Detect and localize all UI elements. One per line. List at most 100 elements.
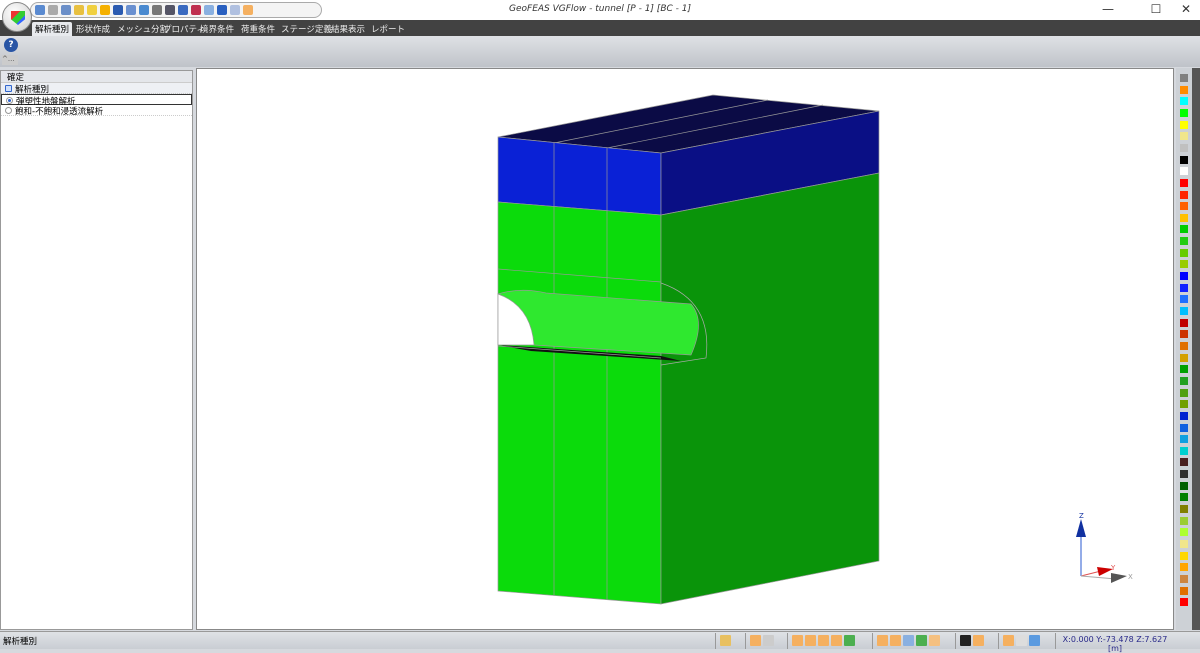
color-swatch[interactable]	[1180, 505, 1188, 514]
color-swatch[interactable]	[1180, 202, 1188, 211]
surface-icon[interactable]	[831, 635, 842, 646]
color-swatch[interactable]	[1180, 563, 1188, 572]
tab-load[interactable]: 荷重条件	[238, 22, 278, 36]
color-swatch[interactable]	[1180, 551, 1188, 560]
tab-results[interactable]: 結果表示	[328, 22, 368, 36]
maximize-button[interactable]: ☐	[1146, 2, 1166, 16]
color-swatch[interactable]	[1180, 237, 1188, 246]
color-swatch[interactable]	[1180, 481, 1188, 490]
tab-analysis-type[interactable]: 解析種別	[32, 22, 73, 36]
soil-front	[497, 201, 662, 605]
status-tool-group-2	[745, 633, 778, 649]
color-swatch[interactable]	[1180, 190, 1188, 199]
color-swatch[interactable]	[1180, 155, 1188, 164]
color-swatch[interactable]	[1180, 400, 1188, 409]
curve-icon[interactable]	[818, 635, 829, 646]
grid-icon[interactable]	[720, 635, 731, 646]
status-tool-group-4	[872, 633, 944, 649]
color-swatch[interactable]	[1180, 108, 1188, 117]
option-seepage[interactable]: 飽和-不飽和浸透流解析	[1, 105, 192, 117]
y-axis-label: Y	[1110, 564, 1116, 572]
minimize-button[interactable]: —	[1098, 2, 1118, 16]
ribbon: ? ^...	[0, 36, 1200, 67]
model-view: Z Y X	[497, 94, 1133, 605]
color-swatch[interactable]	[1180, 353, 1188, 362]
tab-boundary[interactable]: 境界条件	[197, 22, 237, 36]
display2-icon[interactable]	[973, 635, 984, 646]
category-analysis-type[interactable]: 解析種別	[1, 83, 192, 95]
color-swatch[interactable]	[1180, 341, 1188, 350]
app-logo-button[interactable]	[2, 2, 32, 32]
option-elastoplastic[interactable]: 弾塑性地盤解析	[1, 94, 192, 107]
color-swatch[interactable]	[1180, 458, 1188, 467]
close-button[interactable]: ✕	[1176, 2, 1196, 16]
color-swatch[interactable]	[1180, 97, 1188, 106]
tab-geometry[interactable]: 形状作成	[73, 22, 113, 36]
z-axis-label: Z	[1079, 512, 1084, 520]
tool-d-icon[interactable]	[916, 635, 927, 646]
color-swatch[interactable]	[1180, 213, 1188, 222]
color-swatch[interactable]	[1180, 388, 1188, 397]
panel-header: 確定	[1, 71, 192, 83]
color-swatch[interactable]	[1180, 540, 1188, 548]
status-tool-group-5	[955, 633, 988, 649]
window-icon[interactable]	[1029, 635, 1040, 646]
color-swatch[interactable]	[1180, 283, 1188, 292]
radio-icon[interactable]	[5, 107, 12, 114]
tool-c-icon[interactable]	[903, 635, 914, 646]
snap-icon[interactable]	[750, 635, 761, 646]
tab-stage[interactable]: ステージ定義	[278, 22, 335, 36]
status-tool-group-3	[787, 633, 859, 649]
color-swatch[interactable]	[1180, 318, 1188, 327]
x-axis-label: X	[1128, 573, 1133, 581]
color-swatch[interactable]	[1180, 586, 1188, 595]
color-swatch[interactable]	[1180, 132, 1188, 141]
3d-viewport[interactable]: Z Y X	[196, 68, 1174, 630]
color-swatch[interactable]	[1180, 528, 1188, 537]
color-swatch[interactable]	[1180, 435, 1188, 444]
line-icon[interactable]	[805, 635, 816, 646]
color-swatch[interactable]	[1180, 446, 1188, 455]
tool-b-icon[interactable]	[890, 635, 901, 646]
color-swatch[interactable]	[1180, 330, 1188, 339]
collapse-icon[interactable]	[5, 85, 12, 92]
color-swatch[interactable]	[1180, 120, 1188, 129]
radio-icon[interactable]	[6, 97, 13, 104]
help-icon[interactable]: ?	[4, 38, 18, 52]
tab-report[interactable]: レポート	[368, 22, 408, 36]
list-icon[interactable]	[1016, 635, 1027, 646]
color-swatch[interactable]	[1180, 376, 1188, 385]
coordinate-readout: X:0.000 Y:-73.478 Z:7.627 [m]	[1062, 635, 1168, 653]
color-swatch[interactable]	[1180, 598, 1188, 607]
color-swatch[interactable]	[1180, 167, 1188, 176]
option-label: 飽和-不飽和浸透流解析	[15, 107, 104, 117]
color-swatch[interactable]	[1180, 178, 1188, 187]
color-swatch[interactable]	[1180, 74, 1188, 82]
display-icon[interactable]	[960, 635, 971, 646]
color-swatch[interactable]	[1180, 295, 1188, 304]
color-swatch[interactable]	[1180, 423, 1188, 432]
tool-e-icon[interactable]	[929, 635, 940, 646]
vertical-scrollbar[interactable]	[1192, 68, 1200, 630]
save-view-icon[interactable]	[1003, 635, 1014, 646]
color-swatch[interactable]	[1180, 260, 1188, 269]
ribbon-collapse-button[interactable]: ^...	[2, 55, 18, 65]
solid-icon[interactable]	[844, 635, 855, 646]
color-swatch[interactable]	[1180, 225, 1188, 234]
status-bar: 解析種別 X:0.000 Y:-73.478 Z:7.627 [m]	[0, 631, 1200, 653]
color-swatch[interactable]	[1180, 307, 1188, 315]
status-tool-group-6	[998, 633, 1044, 649]
color-swatch[interactable]	[1180, 272, 1188, 281]
snap2-icon[interactable]	[763, 635, 774, 646]
color-swatch[interactable]	[1180, 85, 1188, 94]
color-swatch[interactable]	[1180, 365, 1188, 374]
color-swatch[interactable]	[1180, 143, 1188, 152]
point-icon[interactable]	[792, 635, 803, 646]
color-swatch[interactable]	[1180, 470, 1188, 479]
color-swatch[interactable]	[1180, 574, 1188, 583]
tool-a-icon[interactable]	[877, 635, 888, 646]
color-swatch[interactable]	[1180, 493, 1188, 502]
color-swatch[interactable]	[1180, 516, 1188, 525]
color-swatch[interactable]	[1180, 248, 1188, 257]
color-swatch[interactable]	[1180, 411, 1188, 420]
